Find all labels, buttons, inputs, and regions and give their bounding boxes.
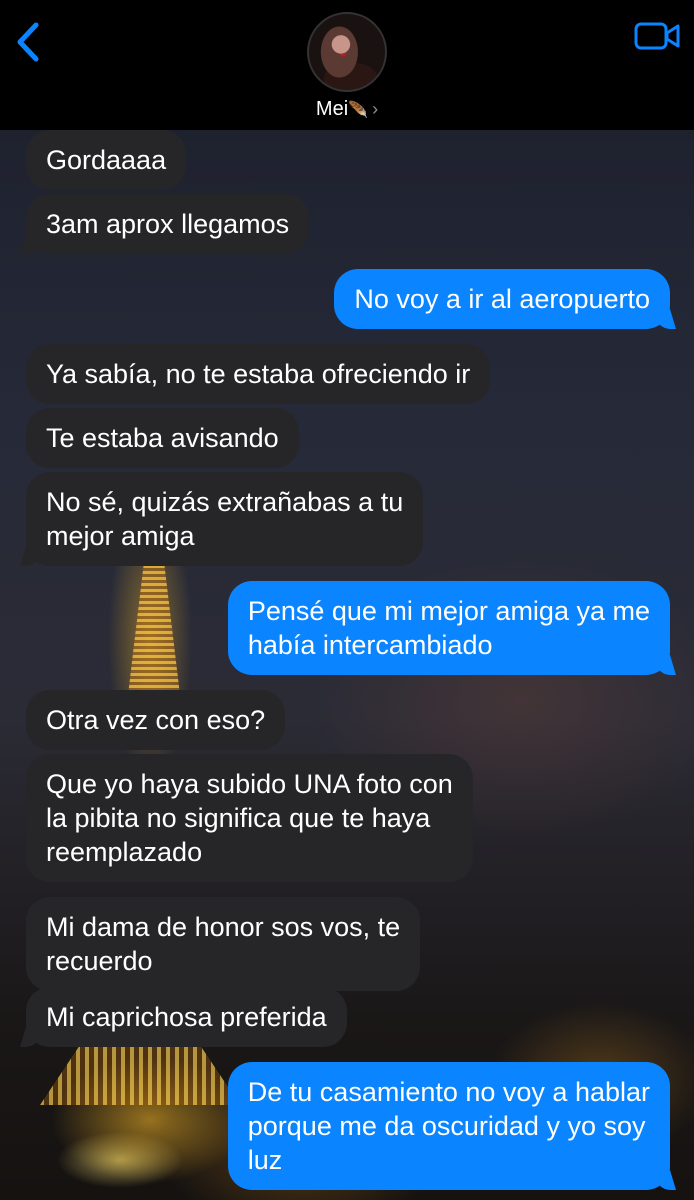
- message-bubble-incoming[interactable]: Mi dama de honor sos vos, te recuerdo: [26, 897, 421, 991]
- message-bubble-outgoing[interactable]: Pensé que mi mejor amiga ya me había int…: [227, 581, 670, 675]
- message-bubble-incoming[interactable]: Mi caprichosa preferida: [26, 987, 347, 1047]
- message-bubble-outgoing[interactable]: De tu casamiento no voy a hablar porque …: [227, 1062, 670, 1190]
- back-button[interactable]: [12, 18, 42, 66]
- contact-name: Mei: [315, 98, 349, 120]
- message-bubble-incoming[interactable]: No sé, quizás extrañabas a tu mejor amig…: [26, 472, 424, 566]
- message-thread: Gordaaaa 3am aprox llegamos No voy a ir …: [0, 130, 694, 1200]
- message-bubble-incoming[interactable]: Que yo haya subido UNA foto con la pibit…: [26, 754, 473, 882]
- contact-emoji: 🪶: [348, 102, 369, 119]
- contact-name-button[interactable]: Mei🪶 ›: [0, 98, 694, 121]
- message-bubble-incoming[interactable]: 3am aprox llegamos: [26, 194, 310, 254]
- conversation-header: Mei🪶 ›: [0, 0, 694, 130]
- message-bubble-incoming[interactable]: Gordaaaa: [26, 130, 187, 190]
- message-bubble-incoming[interactable]: Ya sabía, no te estaba ofreciendo ir: [26, 344, 491, 404]
- contact-avatar[interactable]: [307, 12, 387, 92]
- chevron-left-icon: [17, 22, 39, 62]
- chevron-right-icon: ›: [372, 99, 379, 119]
- message-bubble-outgoing[interactable]: No voy a ir al aeropuerto: [334, 269, 670, 329]
- video-call-button[interactable]: [634, 18, 680, 54]
- video-camera-icon: [634, 22, 680, 50]
- message-bubble-incoming[interactable]: Otra vez con eso?: [26, 690, 286, 750]
- message-bubble-incoming[interactable]: Te estaba avisando: [26, 408, 299, 468]
